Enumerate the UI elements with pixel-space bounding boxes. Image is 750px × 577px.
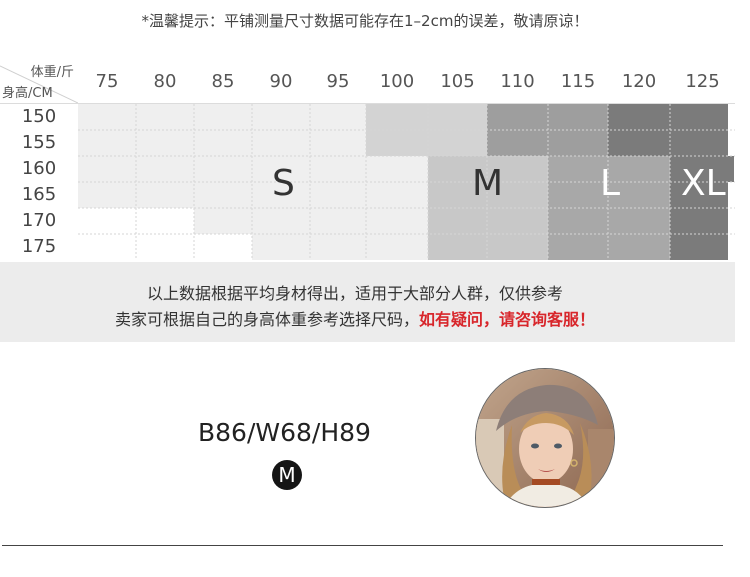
advice-line-2-text: 卖家可根据自己的身高体重参考选择尺码， (114, 310, 419, 329)
advice-line-2: 卖家可根据自己的身高体重参考选择尺码，如有疑问，请咨询客服！ (0, 306, 710, 330)
measurement-notice: *温馨提示：平铺测量尺寸数据可能存在1–2cm的误差，敬请原谅！ (141, 12, 589, 30)
size-xl-label: XL (681, 163, 726, 204)
section-divider (2, 545, 723, 546)
model-portrait-image (476, 369, 614, 507)
weight-axis-label: 体重/斤 (30, 65, 74, 80)
contact-service-hint: 如有疑问，请咨询客服！ (419, 310, 596, 329)
size-grid: 150 155 160 165 170 175 S M L XL (0, 104, 735, 260)
model-photo (475, 368, 615, 508)
height-175: 175 (21, 236, 57, 257)
size-advice-box: 以上数据根据平均身材得出，适用于大部分人群，仅供参考 卖家可根据自己的身高体重参… (0, 262, 735, 342)
size-s-label: S (272, 163, 295, 204)
size-l-label: L (600, 163, 621, 204)
corner-cell: 体重/斤 身高/CM (0, 58, 78, 103)
size-m-label: M (472, 163, 504, 204)
weight-105: 105 (440, 71, 475, 92)
weight-95: 95 (326, 71, 350, 92)
weight-80: 80 (153, 71, 177, 92)
weight-120: 120 (621, 71, 657, 92)
height-165: 165 (21, 184, 57, 205)
weight-100: 100 (379, 71, 415, 92)
advice-line-1: 以上数据根据平均身材得出，适用于大部分人群，仅供参考 (146, 284, 563, 303)
model-size-badge: M (272, 460, 302, 490)
size-chart: 体重/斤 身高/CM 75 80 85 90 95 100 105 110 115 120 125 … (0, 58, 735, 260)
weight-115: 115 (560, 71, 596, 92)
height-axis-label: 身高/CM (2, 86, 53, 101)
weight-85: 85 (211, 71, 235, 92)
weight-75: 75 (95, 71, 119, 92)
grid-lines (78, 104, 735, 260)
height-170: 170 (21, 210, 57, 231)
model-measurements: B86/W68/H89 (198, 418, 371, 447)
weight-90: 90 (269, 71, 293, 92)
weight-125: 125 (685, 71, 720, 92)
weight-110: 110 (500, 71, 535, 92)
height-150: 150 (21, 106, 57, 127)
height-155: 155 (21, 132, 57, 153)
weight-header-row: 体重/斤 身高/CM 75 80 85 90 95 100 105 110 115 120 125 (0, 58, 735, 104)
height-160: 160 (21, 158, 57, 179)
